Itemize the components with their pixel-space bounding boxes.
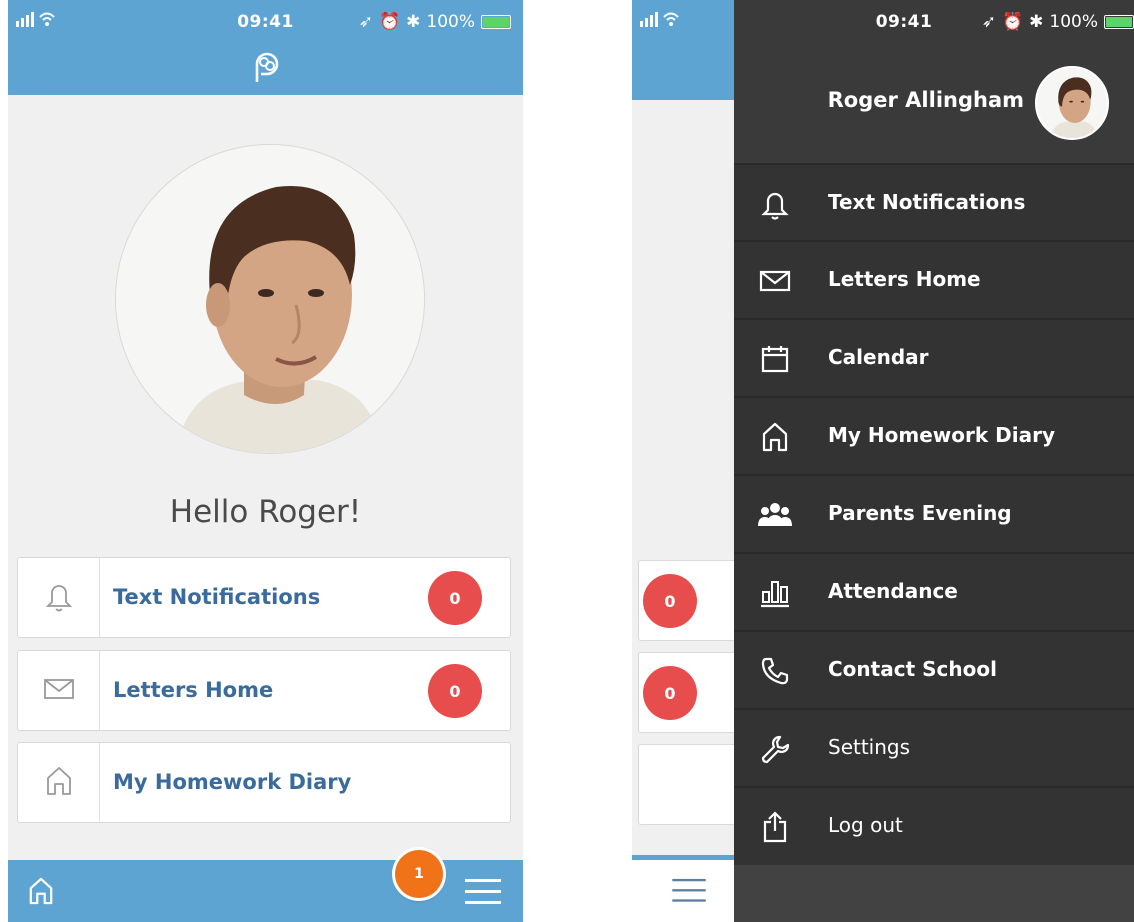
card-icon-cell [18, 743, 100, 822]
app-logo-icon [251, 50, 281, 88]
location-icon: ➶ [981, 12, 996, 32]
count-badge: 0 [643, 666, 697, 720]
card-icon-cell [18, 558, 100, 637]
drawer-footer [734, 865, 1134, 922]
card-homework-diary[interactable]: My Homework Diary [17, 742, 511, 823]
peek-card[interactable]: 0 [638, 560, 748, 641]
bell-icon [44, 580, 74, 616]
card-letters-home[interactable]: Letters Home 0 [17, 650, 511, 731]
peek-card[interactable]: 0 [638, 652, 748, 733]
menu-item-label: Calendar [828, 345, 929, 369]
notification-badge[interactable]: 1 [395, 850, 443, 898]
drawer-header: 09:41 ➶ ⏰ ✱ 100% Roger Allingham [734, 0, 1134, 165]
hamburger-menu-icon[interactable] [672, 878, 706, 908]
menu-item-contact-school[interactable]: Contact School [734, 630, 1134, 707]
menu-item-attendance[interactable]: Attendance [734, 552, 1134, 629]
dimmed-home-screen: 0 0 [632, 0, 748, 922]
people-icon [758, 498, 792, 532]
bar-chart-icon [758, 576, 792, 610]
menu-item-label: Contact School [828, 657, 997, 681]
envelope-icon [758, 264, 792, 298]
menu-item-label: My Homework Diary [828, 423, 1055, 447]
card-icon-cell [18, 651, 100, 730]
menu-item-label: Settings [828, 735, 911, 759]
menu-item-log-out[interactable]: Log out [734, 786, 1134, 863]
drawer-user-name: Roger Allingham [827, 88, 1024, 112]
bluetooth-icon: ✱ [1029, 12, 1044, 32]
tab-bar-peek [632, 860, 734, 922]
battery-icon [1104, 15, 1134, 29]
menu-item-label: Log out [828, 813, 903, 837]
battery-percent: 100% [1049, 12, 1098, 32]
card-label: My Homework Diary [113, 770, 352, 794]
greeting-text: Hello Roger! [169, 494, 362, 530]
count-badge: 0 [428, 664, 482, 718]
status-bar: 09:41 ➶ ⏰ ✱ 100% [8, 0, 523, 40]
home-icon[interactable] [28, 877, 54, 909]
count-badge: 0 [643, 574, 697, 628]
menu-item-letters-home[interactable]: Letters Home [734, 240, 1134, 317]
wrench-icon [758, 732, 792, 766]
tab-bar [8, 860, 523, 922]
envelope-icon [43, 677, 75, 705]
bell-icon [758, 187, 792, 221]
menu-item-parents-evening[interactable]: Parents Evening [734, 474, 1134, 551]
menu-item-text-notifications[interactable]: Text Notifications [734, 163, 1134, 240]
menu-item-settings[interactable]: Settings [734, 708, 1134, 785]
home-screen: 09:41 ➶ ⏰ ✱ 100% Hello Roger! Text Notif… [8, 0, 523, 922]
drawer-screen: 0 0 09:41 ➶ ⏰ ✱ 100% Roger Allingham Tex… [632, 0, 1134, 922]
status-bar: 09:41 ➶ ⏰ ✱ 100% [734, 0, 1134, 40]
menu-item-calendar[interactable]: Calendar [734, 318, 1134, 395]
menu-item-homework-diary[interactable]: My Homework Diary [734, 396, 1134, 473]
battery-percent: 100% [426, 12, 475, 32]
alarm-icon: ⏰ [378, 12, 401, 32]
menu-item-label: Letters Home [828, 267, 981, 291]
status-right: ➶ ⏰ ✱ 100% [359, 12, 511, 32]
card-label: Letters Home [113, 678, 274, 702]
alarm-icon: ⏰ [1001, 12, 1024, 32]
bluetooth-icon: ✱ [406, 12, 421, 32]
count-badge: 0 [428, 571, 482, 625]
hamburger-menu-icon[interactable] [465, 878, 501, 910]
app-header: 09:41 ➶ ⏰ ✱ 100% [8, 0, 523, 95]
avatar[interactable] [1035, 66, 1109, 140]
location-icon: ➶ [358, 12, 373, 32]
house-icon [758, 420, 792, 454]
peek-card[interactable] [638, 744, 748, 825]
menu-item-label: Attendance [828, 579, 958, 603]
status-right: ➶ ⏰ ✱ 100% [982, 12, 1134, 32]
card-text-notifications[interactable]: Text Notifications 0 [17, 557, 511, 638]
navigation-drawer: 09:41 ➶ ⏰ ✱ 100% Roger Allingham Text No… [734, 0, 1134, 922]
phone-icon [758, 654, 792, 688]
battery-icon [481, 15, 511, 29]
share-icon [758, 810, 792, 844]
avatar[interactable] [116, 145, 424, 453]
menu-item-label: Parents Evening [828, 501, 1012, 525]
menu-item-label: Text Notifications [828, 190, 1026, 214]
card-label: Text Notifications [113, 585, 321, 609]
house-icon [45, 766, 73, 800]
calendar-icon [758, 342, 792, 376]
